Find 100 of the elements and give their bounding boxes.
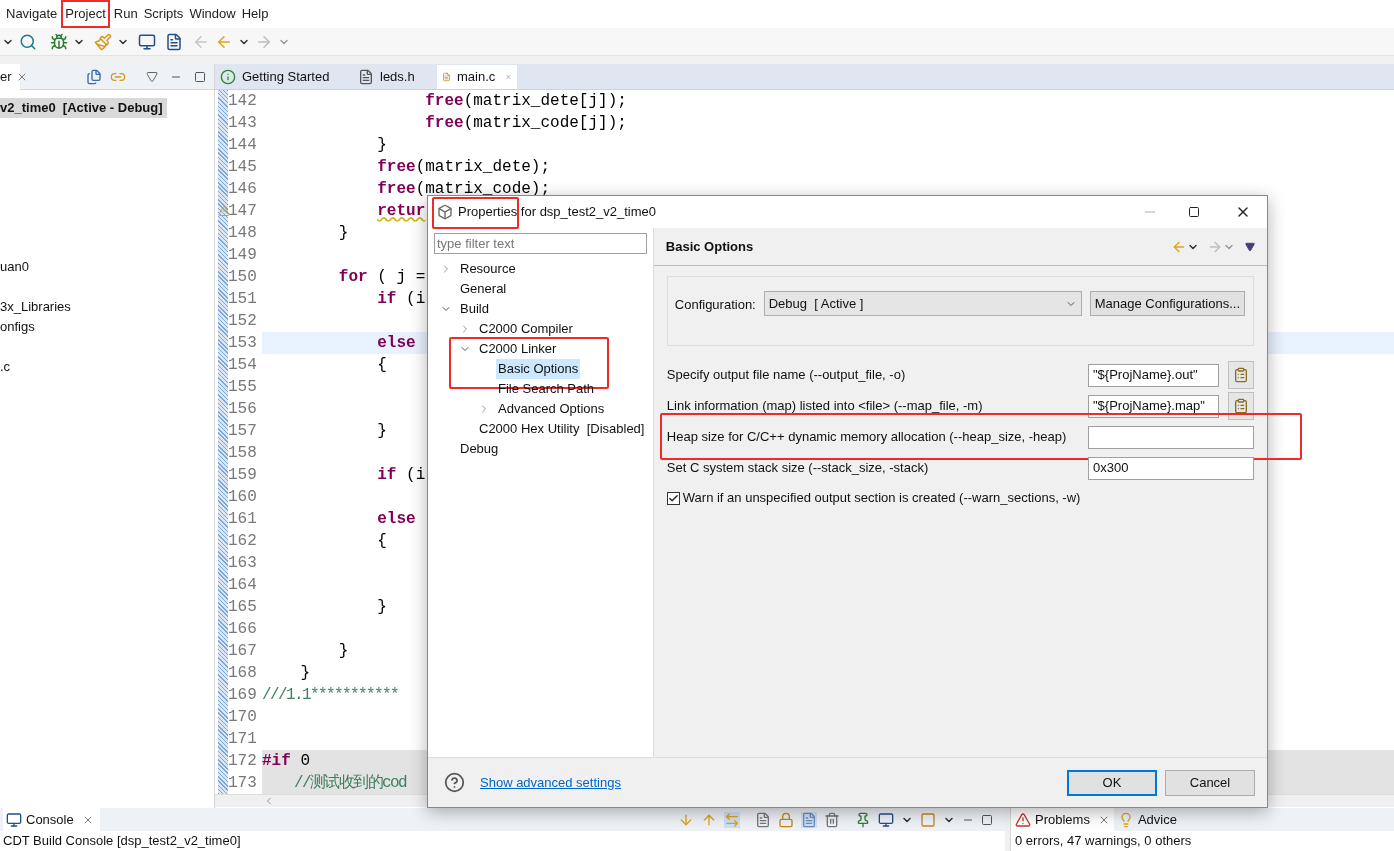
line-number: 147	[228, 201, 257, 222]
tree-item[interactable]: 3x_Libraries	[0, 297, 75, 317]
menu-item[interactable]: Window	[187, 4, 238, 24]
tree-item[interactable]: C2000 Linker	[477, 339, 559, 359]
line-number: 142	[228, 91, 257, 112]
help-icon[interactable]	[444, 772, 465, 793]
filter-field[interactable]: type filter text	[434, 233, 647, 254]
view-menu-icon[interactable]	[1245, 241, 1255, 252]
code-line: #if 0	[262, 751, 311, 772]
line-number: 159	[228, 465, 257, 486]
brush-icon[interactable]	[94, 32, 112, 51]
editor-tab[interactable]: Getting Started	[215, 65, 353, 89]
editor-tab[interactable]: main.c	[437, 65, 517, 89]
window-icon[interactable]	[920, 811, 936, 828]
checkbox[interactable]	[666, 491, 680, 505]
document-icon[interactable]	[801, 811, 817, 828]
pin-icon[interactable]	[855, 811, 871, 828]
tree-item[interactable]: uan0	[0, 257, 33, 277]
tree-item[interactable]: .c	[0, 357, 15, 377]
code-line: {	[376, 355, 387, 376]
text-field[interactable]: "${ProjName}.map"	[1088, 394, 1219, 418]
line-number: 171	[228, 729, 257, 750]
option-label: Link information (map) listed into <file> (--map_file, -m)	[666, 397, 984, 416]
code-line: free(matrix_dete[j]);	[424, 91, 627, 112]
line-number: 165	[228, 597, 257, 618]
view-tab[interactable]: Problems	[1011, 808, 1114, 831]
dialog-button[interactable]: OK	[1067, 769, 1157, 796]
maximize-icon[interactable]	[194, 70, 206, 83]
bug-icon[interactable]	[50, 32, 68, 51]
code-line: //测试收到的cod	[293, 773, 407, 794]
search-icon[interactable]	[19, 32, 37, 51]
browse-button[interactable]	[1228, 392, 1254, 420]
code-line: retur	[376, 201, 426, 222]
variables-icon	[1233, 398, 1249, 414]
swap-icon[interactable]	[724, 811, 740, 828]
maximize-icon[interactable]	[1188, 206, 1200, 218]
configuration-dropdown[interactable]: Debug [ Active ]	[763, 291, 1082, 316]
manage-configurations-button[interactable]: Manage Configurations...	[1089, 291, 1245, 316]
menu-item[interactable]: Project	[61, 0, 110, 28]
line-number: 173	[228, 773, 257, 794]
tree-item[interactable]: Basic Options	[496, 359, 581, 379]
line-number: 146	[228, 179, 257, 200]
tree-item[interactable]: Build	[458, 299, 491, 319]
menu-item[interactable]: Help	[239, 4, 271, 24]
tree-item[interactable]: Resource	[458, 259, 518, 279]
collapse-all-icon[interactable]	[86, 68, 102, 85]
document-icon[interactable]	[755, 811, 771, 828]
menu-item[interactable]: Navigate	[4, 4, 60, 24]
menu-item[interactable]: Scripts	[141, 4, 186, 24]
tree-item[interactable]: v2_time0 [Active - Debug]	[0, 98, 167, 118]
monitor-icon[interactable]	[878, 811, 894, 828]
code-line: for ( j =	[337, 267, 426, 288]
line-number: 148	[228, 223, 257, 244]
code-line: else	[376, 509, 416, 530]
tree-item[interactable]: C2000 Compiler	[477, 319, 575, 339]
code-line: free(matrix_dete);	[376, 157, 551, 178]
advanced-settings-link[interactable]: Show advanced settings	[480, 772, 621, 793]
app-icon	[437, 204, 453, 220]
line-number: 163	[228, 553, 257, 574]
view-tab[interactable]: Advice	[1113, 808, 1181, 831]
code-line: if (i	[376, 289, 426, 310]
tree-item[interactable]: C2000 Hex Utility [Disabled]	[477, 419, 647, 439]
code-line: free(matrix_code);	[376, 179, 551, 200]
tree-item[interactable]: onfigs	[0, 317, 39, 337]
text-field[interactable]: 0x300	[1088, 456, 1254, 480]
document-icon[interactable]	[165, 32, 183, 51]
line-number: 160	[228, 487, 257, 508]
code-line: free(matrix_code[j]);	[424, 113, 627, 134]
monitor-icon[interactable]	[138, 32, 156, 51]
line-number: 145	[228, 157, 257, 178]
line-number: 155	[228, 377, 257, 398]
maximize-icon[interactable]	[981, 813, 993, 826]
tree-item[interactable]: General	[458, 279, 509, 299]
line-number: 156	[228, 399, 257, 420]
problems-icon	[1015, 811, 1031, 828]
line-number: 158	[228, 443, 257, 464]
browse-button[interactable]	[1228, 361, 1254, 389]
line-number: 152	[228, 311, 257, 332]
line-number: 164	[228, 575, 257, 596]
trash-icon[interactable]	[824, 811, 840, 828]
line-number: 144	[228, 135, 257, 156]
variables-icon	[1233, 367, 1249, 383]
checkbox-label[interactable]: Warn if an unspecified output section is created (--warn_sections, -w)	[682, 488, 1081, 508]
line-number: 153	[228, 333, 257, 354]
code-line: {	[376, 531, 387, 552]
line-number: 149	[228, 245, 257, 266]
lock-icon[interactable]	[778, 811, 794, 828]
code-line: ///1.1***********	[262, 685, 399, 706]
tree-item[interactable]: Advanced Options	[496, 399, 607, 419]
view-menu-icon[interactable]	[146, 70, 158, 83]
page-title: Basic Options	[665, 237, 755, 256]
view-tab[interactable]: er	[0, 63, 20, 90]
dialog-button[interactable]: Cancel	[1165, 769, 1255, 796]
code-line: if (i	[376, 465, 426, 486]
text-field[interactable]	[1088, 425, 1254, 449]
line-number: 151	[228, 289, 257, 310]
text-field[interactable]: "${ProjName}.out"	[1088, 363, 1219, 387]
tree-item[interactable]: Debug	[458, 439, 501, 459]
editor-tab[interactable]: leds.h	[353, 65, 433, 89]
menu-item[interactable]: Run	[111, 4, 140, 24]
